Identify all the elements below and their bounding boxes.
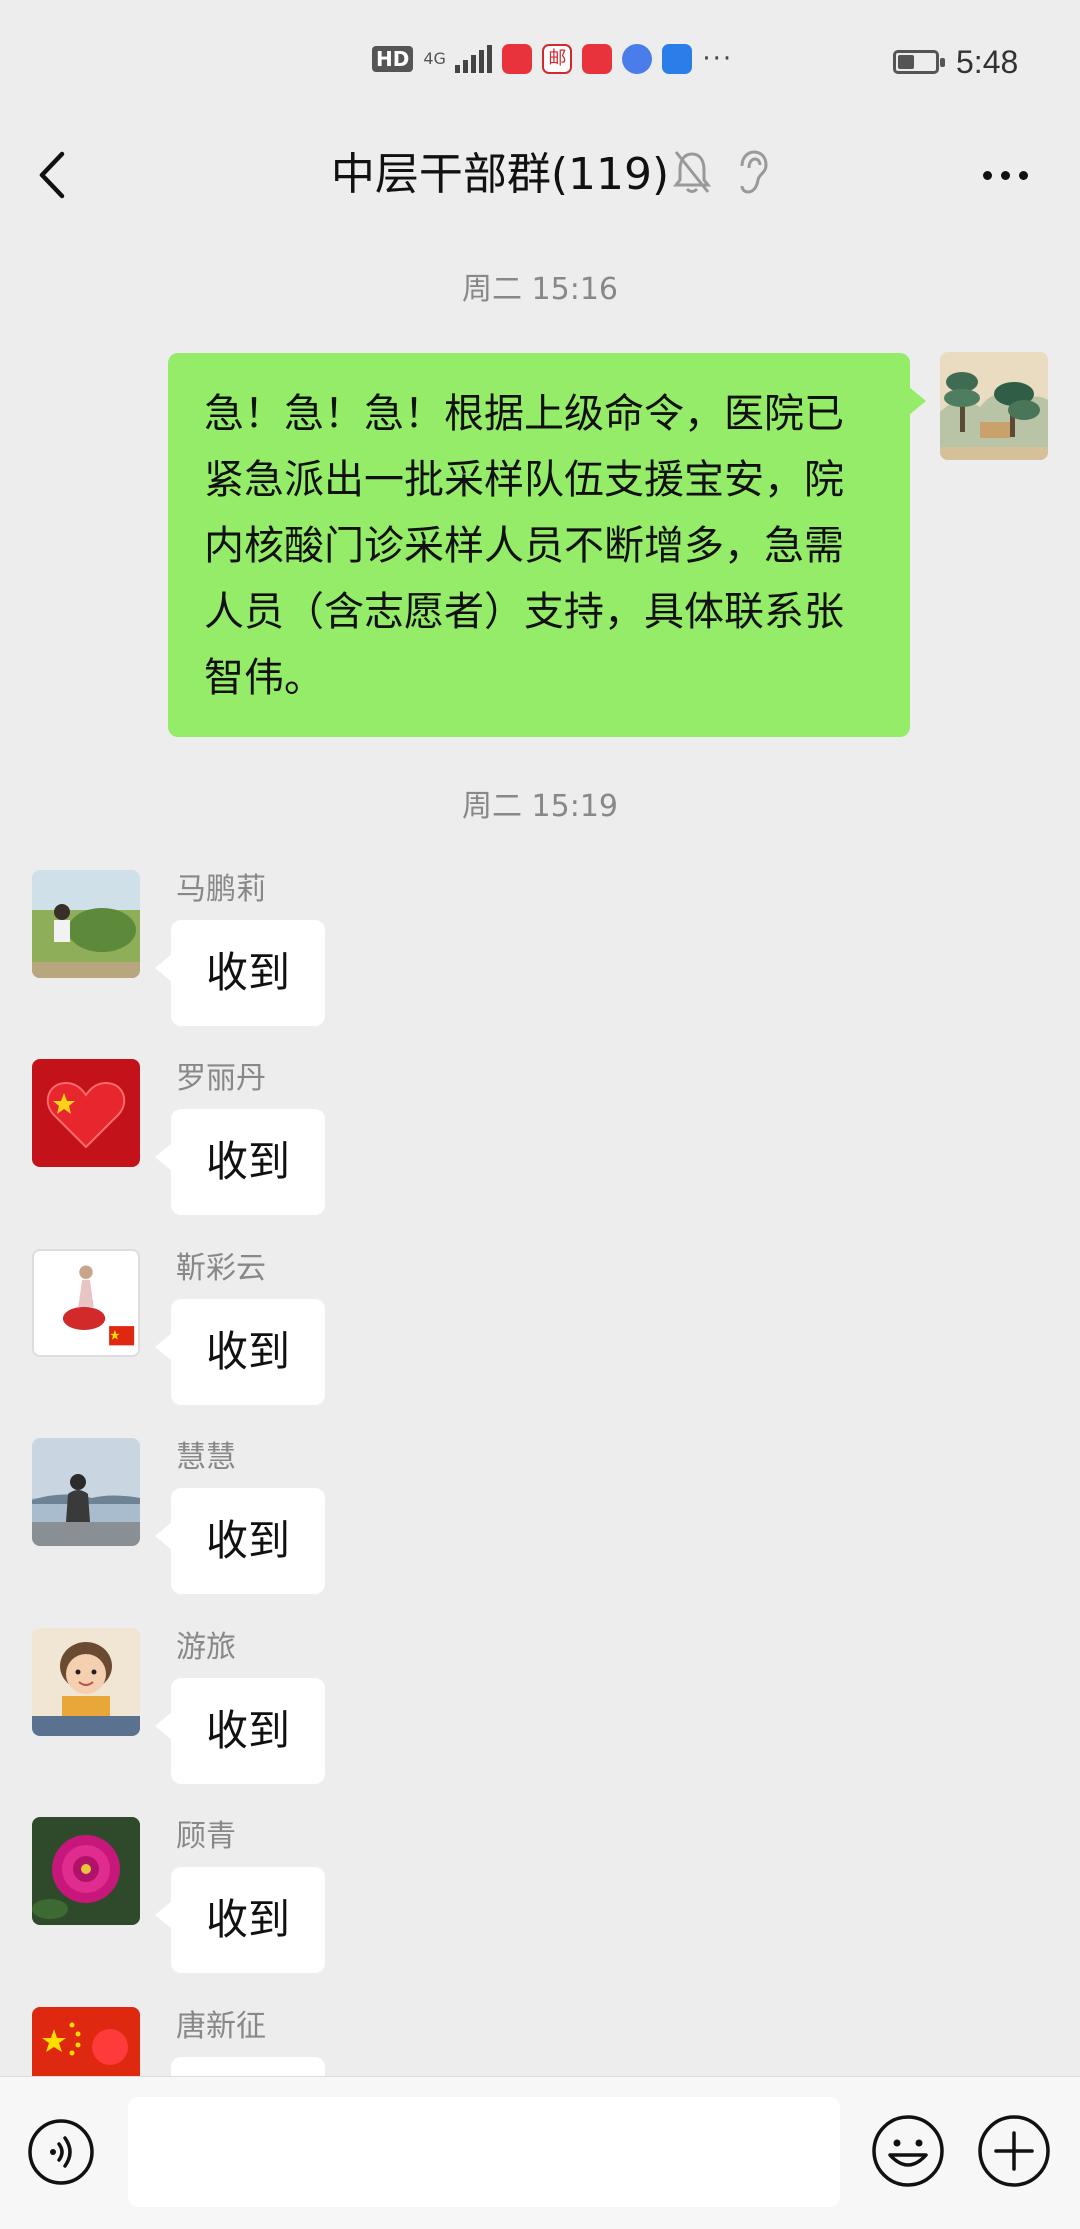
sender-name: 游旅 xyxy=(176,1630,236,1665)
avatar[interactable] xyxy=(32,870,140,978)
status-bar: HD 4G 邮 ··· 5:48 xyxy=(0,0,1080,120)
sender-name: 慧慧 xyxy=(176,1440,236,1475)
timestamp: 周二 15:16 xyxy=(462,272,618,307)
voice-button[interactable] xyxy=(26,2117,96,2187)
message-bubble[interactable]: 收到 xyxy=(155,1867,325,1973)
network-type: 4G xyxy=(423,49,446,68)
avatar[interactable] xyxy=(32,1249,140,1357)
list-item: 罗丽丹 收到 xyxy=(0,1059,1080,1234)
my-avatar[interactable] xyxy=(940,352,1048,460)
status-icons: HD 4G 邮 ··· xyxy=(372,44,733,74)
emoji-button[interactable] xyxy=(870,2113,946,2189)
more-button[interactable] xyxy=(960,150,1050,200)
avatar[interactable] xyxy=(32,1438,140,1546)
hd-icon: HD xyxy=(372,46,414,72)
battery-icon xyxy=(893,50,945,74)
list-item: 慧慧 收到 xyxy=(0,1438,1080,1613)
plus-icon xyxy=(978,2115,1050,2187)
child-photo-avatar xyxy=(32,1628,140,1736)
outdoor-photo-avatar xyxy=(32,870,140,978)
title-status-icons xyxy=(672,146,770,198)
sender-name: 唐新征 xyxy=(176,2009,266,2044)
more-notifications-icon: ··· xyxy=(702,44,734,74)
list-item: 马鹏莉 收到 xyxy=(0,870,1080,1045)
more-icon xyxy=(982,170,992,180)
blue-app-icon xyxy=(662,44,693,74)
figure-flag-avatar xyxy=(34,1251,138,1355)
list-item: 游旅 收到 xyxy=(0,1628,1080,1803)
message-bubble[interactable]: 收到 xyxy=(155,1109,325,1215)
red-heart-avatar xyxy=(32,1059,140,1167)
chat-header: 中层干部群(119) xyxy=(0,120,1080,230)
avatar[interactable] xyxy=(32,1817,140,1925)
landscape-painting-avatar xyxy=(940,352,1048,460)
sender-name: 罗丽丹 xyxy=(176,1061,266,1096)
list-item: 顾青 收到 xyxy=(0,1817,1080,1992)
signal-icon xyxy=(455,45,493,73)
mute-bell-icon xyxy=(672,151,712,193)
my-message-bubble[interactable]: 急！急！急！根据上级命令，医院已紧急派出一批采样队伍支援宝安，院内核酸门诊采样人… xyxy=(168,353,926,737)
input-bar xyxy=(0,2076,1080,2229)
music-icon xyxy=(622,44,653,74)
avatar[interactable] xyxy=(32,1628,140,1736)
seaside-photo-avatar xyxy=(32,1438,140,1546)
red-book-icon xyxy=(582,44,613,74)
message-bubble[interactable]: 收到 xyxy=(155,1678,325,1784)
mail-app-icon: 邮 xyxy=(542,44,573,74)
chat-title: 中层干部群(119) xyxy=(330,149,670,200)
timestamp: 周二 15:19 xyxy=(462,789,618,824)
red-app-icon xyxy=(502,44,533,74)
ear-icon xyxy=(740,150,768,194)
list-item: 靳彩云 收到 xyxy=(0,1249,1080,1424)
emoji-icon xyxy=(872,2115,944,2187)
message-input[interactable] xyxy=(128,2097,840,2207)
sender-name: 靳彩云 xyxy=(176,1251,266,1286)
message-bubble[interactable]: 收到 xyxy=(155,1299,325,1405)
sender-name: 马鹏莉 xyxy=(176,872,266,907)
message-bubble[interactable]: 收到 xyxy=(155,1488,325,1594)
avatar[interactable] xyxy=(32,1059,140,1167)
more-functions-button[interactable] xyxy=(976,2113,1052,2189)
flower-avatar xyxy=(32,1817,140,1925)
sender-name: 顾青 xyxy=(176,1819,236,1854)
message-bubble[interactable]: 收到 xyxy=(155,920,325,1026)
voice-icon xyxy=(28,2119,94,2185)
clock: 5:48 xyxy=(956,44,1019,80)
